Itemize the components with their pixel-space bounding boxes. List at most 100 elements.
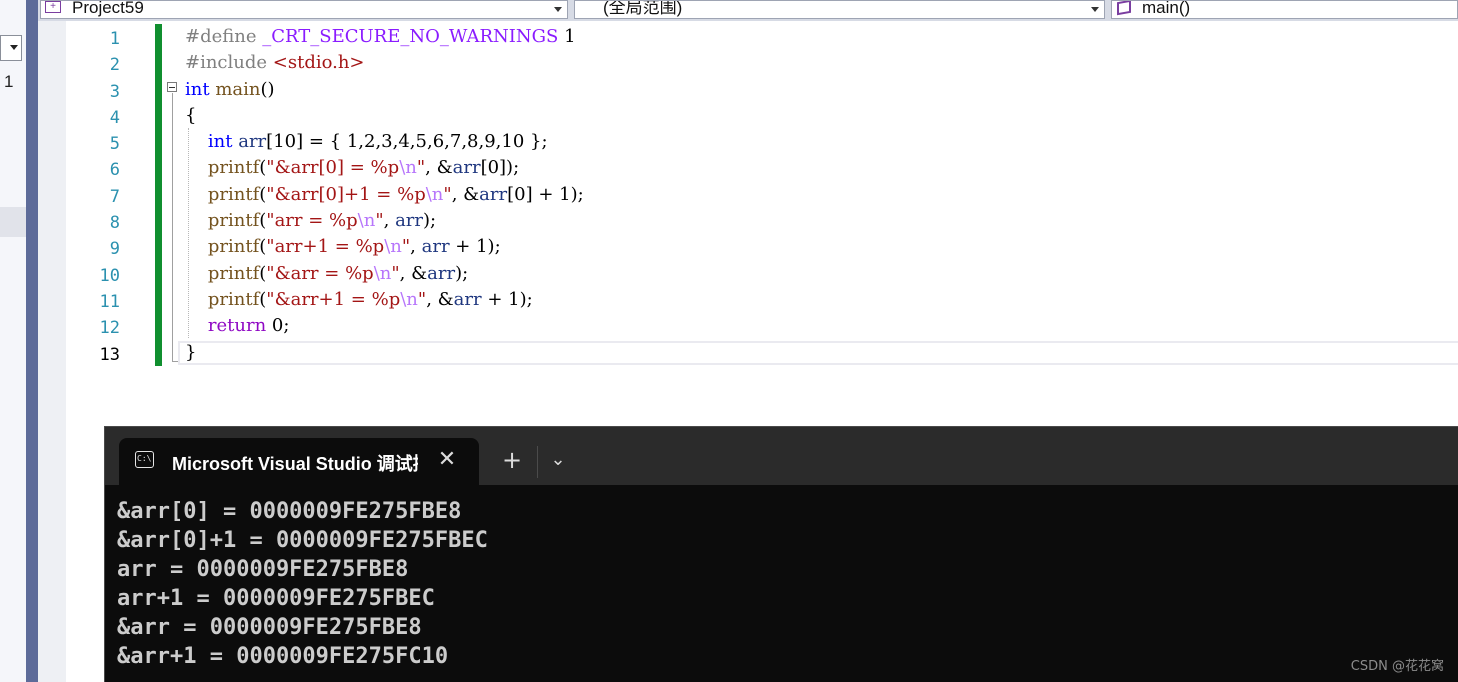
code-token: \n: [384, 236, 402, 258]
code-token: \n: [357, 210, 376, 232]
code-token: ": [401, 236, 411, 258]
code-line[interactable]: return 0;: [185, 313, 584, 339]
code-line[interactable]: #define _CRT_SECURE_NO_WARNINGS 1: [185, 24, 584, 50]
code-token: , &: [451, 183, 480, 205]
code-token: [10] = { 1,2,3,4,5,6,7,8,9,10 };: [266, 131, 548, 153]
console-line: &arr[0]+1 = 0000009FE275FBEC: [117, 528, 488, 553]
console-titlebar: C:\ Microsoft Visual Studio 调试控制台 ✕ + ⌄: [105, 427, 1458, 485]
code-token: <stdio.h>: [272, 52, 365, 74]
collapse-icon[interactable]: [167, 82, 177, 92]
chevron-down-icon: [1091, 7, 1099, 12]
code-token: return: [207, 315, 267, 337]
code-token: #define: [185, 26, 263, 47]
member-dropdown[interactable]: main(): [1111, 0, 1458, 19]
code-token: ": [391, 262, 400, 284]
change-tracking-bar: [155, 24, 162, 366]
console-output: &arr[0] = 0000009FE275FBE8 &arr[0]+1 = 00…: [117, 497, 488, 671]
console-tab[interactable]: C:\ Microsoft Visual Studio 调试控制台 ✕: [119, 438, 479, 485]
code-token: ,: [410, 236, 422, 258]
code-token: printf: [207, 236, 260, 258]
line-number: 12: [99, 318, 120, 339]
left-panel-text: 1: [4, 72, 14, 91]
code-line[interactable]: printf("&arr+1 = %p\n", &arr + 1);: [185, 287, 584, 313]
line-numbers: 1 2 3 4 5 6 7 8 9 10 11 12 13: [66, 26, 120, 368]
line-number: 8: [109, 213, 120, 234]
code-token: ": [375, 210, 384, 232]
code-line[interactable]: printf("&arr[0]+1 = %p\n", &arr[0] + 1);: [185, 182, 584, 208]
code-token: );: [423, 210, 437, 232]
code-token: arr: [427, 262, 456, 284]
code-token: printf: [207, 288, 260, 310]
code-token: arr: [452, 157, 481, 179]
titlebar-separator: [537, 446, 538, 478]
code-token: "arr+1 = %p: [266, 236, 385, 258]
console-line: &arr = 0000009FE275FBE8: [117, 615, 422, 640]
code-line[interactable]: #include <stdio.h>: [185, 50, 584, 76]
chevron-down-icon[interactable]: ⌄: [545, 447, 571, 473]
code-token: {: [185, 104, 197, 126]
code-token: \n: [399, 157, 417, 179]
console-line: &arr+1 = 0000009FE275FC10: [117, 644, 449, 669]
code-line[interactable]: int arr[10] = { 1,2,3,4,5,6,7,8,9,10 };: [185, 129, 584, 155]
code-token: ": [417, 288, 427, 310]
code-token: #include: [185, 52, 273, 74]
left-selected-row[interactable]: [0, 207, 26, 237]
code-token: "&arr[0] = %p: [266, 157, 400, 179]
project-dropdown[interactable]: + Project59: [40, 0, 568, 19]
code-token: main: [215, 78, 261, 100]
code-line[interactable]: {: [185, 103, 584, 129]
code-text[interactable]: #define _CRT_SECURE_NO_WARNINGS 1 #includ…: [185, 24, 584, 366]
code-token: [0] + 1);: [507, 183, 584, 205]
line-number: 11: [99, 291, 120, 312]
code-line[interactable]: }: [185, 340, 584, 366]
line-number: 7: [109, 186, 120, 207]
code-token: ": [416, 157, 426, 179]
code-line[interactable]: printf("arr+1 = %p\n", arr + 1);: [185, 234, 584, 260]
code-token: , &: [425, 157, 453, 179]
function-icon: [1117, 1, 1131, 16]
code-token: printf: [207, 157, 260, 179]
project-icon: +: [45, 1, 61, 13]
code-token: + 1);: [449, 236, 501, 258]
left-panel: 1: [0, 0, 26, 682]
code-line[interactable]: printf("arr = %p\n", arr);: [185, 208, 584, 234]
code-token: \n: [400, 288, 418, 310]
code-token: );: [455, 262, 469, 284]
code-token: (): [260, 78, 275, 100]
code-token: "&arr+1 = %p: [266, 288, 401, 310]
code-token: int: [185, 78, 210, 100]
code-line[interactable]: int main(): [185, 77, 584, 103]
code-token: \n: [373, 262, 392, 284]
line-number: 4: [109, 107, 120, 128]
debug-console-window[interactable]: C:\ Microsoft Visual Studio 调试控制台 ✕ + ⌄ …: [104, 426, 1458, 682]
code-token: printf: [207, 183, 260, 205]
line-number: 13: [99, 344, 120, 365]
code-token: printf: [207, 210, 260, 232]
panel-splitter[interactable]: [26, 0, 38, 682]
code-token: arr: [421, 236, 450, 258]
add-tab-icon[interactable]: +: [499, 447, 525, 473]
code-line[interactable]: printf("&arr[0] = %p\n", &arr[0]);: [185, 155, 584, 181]
console-line: arr+1 = 0000009FE275FBEC: [117, 586, 435, 611]
code-token: "&arr[0]+1 = %p: [266, 183, 426, 205]
terminal-icon: C:\: [135, 451, 154, 468]
editor-margin: [38, 0, 66, 682]
code-token: printf: [207, 262, 260, 284]
scope-dropdown[interactable]: (全局范围): [574, 0, 1105, 19]
code-token: }: [185, 341, 197, 363]
code-token: arr: [238, 131, 267, 153]
outline-line: [172, 93, 173, 361]
left-dropdown[interactable]: [0, 35, 22, 61]
scope-label: (全局范围): [603, 0, 683, 17]
code-token: "arr = %p: [266, 210, 358, 232]
code-line[interactable]: printf("&arr = %p\n", &arr);: [185, 261, 584, 287]
navigation-bar: + Project59 (全局范围) main(): [38, 0, 1458, 21]
line-number: 3: [109, 81, 120, 102]
code-token: + 1);: [481, 288, 533, 310]
chevron-down-icon: [10, 45, 18, 50]
console-line: &arr[0] = 0000009FE275FBE8: [117, 499, 462, 524]
close-icon[interactable]: ✕: [435, 448, 459, 472]
